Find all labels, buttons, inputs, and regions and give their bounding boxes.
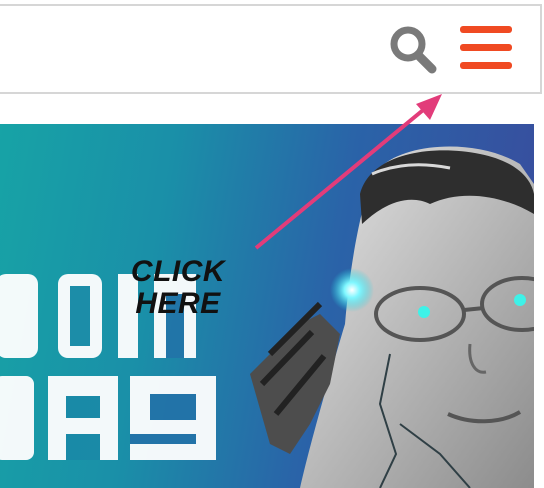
- search-button[interactable]: [384, 22, 440, 78]
- annotation-line-2: HERE: [135, 287, 221, 320]
- hero-banner[interactable]: [0, 124, 534, 488]
- annotation-line-1: CLICK: [130, 255, 226, 288]
- hamburger-menu-button[interactable]: [456, 24, 516, 78]
- person-face-graphic: [250, 146, 534, 488]
- site-header: [0, 4, 542, 94]
- search-icon: [390, 26, 437, 74]
- click-here-annotation: CLICK HERE: [112, 256, 244, 320]
- banner-artwork: [0, 146, 534, 488]
- hamburger-menu-icon: [460, 26, 512, 69]
